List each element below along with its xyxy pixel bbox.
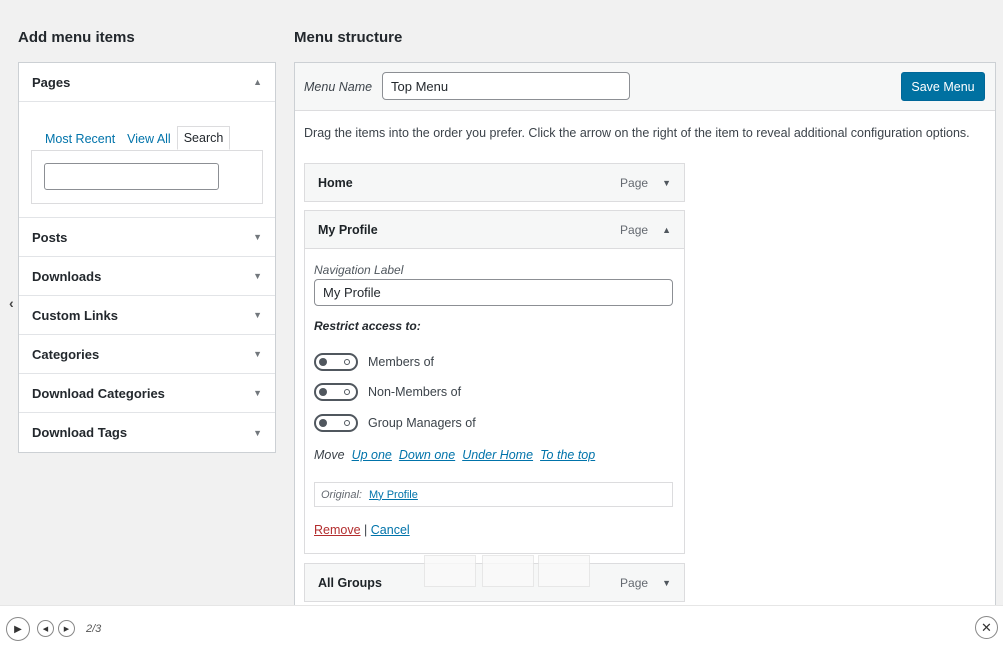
pages-panel-body: Most Recent View All Search: [19, 102, 275, 218]
menu-item-my-profile[interactable]: My Profile Page ▲ Navigation Label Restr…: [304, 210, 685, 554]
menu-item-type: Page: [620, 175, 649, 190]
accordion-download-categories[interactable]: Download Categories ▼: [19, 374, 275, 413]
group-managers-of-toggle[interactable]: [314, 414, 358, 432]
menu-item-title: All Groups: [318, 575, 382, 590]
pages-search-input[interactable]: [44, 163, 219, 190]
menu-item-home[interactable]: Home Page ▼: [304, 163, 685, 202]
menu-name-input[interactable]: [382, 72, 630, 100]
toggle-row-non-members-of: Non-Members of: [314, 383, 461, 401]
slide-thumbnails: [424, 555, 590, 587]
menu-item-title: My Profile: [318, 222, 378, 237]
menu-item-settings: Navigation Label Restrict access to: Mem…: [305, 248, 684, 553]
navigation-label-input[interactable]: [314, 279, 673, 306]
toggle-label: Non-Members of: [368, 385, 462, 399]
expand-arrow-icon[interactable]: ▼: [253, 388, 262, 398]
slide-thumbnail[interactable]: [538, 555, 590, 587]
expand-arrow-icon[interactable]: ▼: [662, 178, 671, 188]
restrict-access-label: Restrict access to:: [314, 319, 421, 333]
menu-item-title: Home: [318, 175, 353, 190]
play-icon[interactable]: ▶: [6, 617, 30, 641]
members-of-toggle[interactable]: [314, 353, 358, 371]
move-up-one-link[interactable]: Up one: [352, 448, 392, 462]
toggle-row-members-of: Members of: [314, 353, 434, 371]
accordion-label: Download Tags: [32, 425, 128, 440]
expand-arrow-icon[interactable]: ▼: [253, 271, 262, 281]
toggle-label: Members of: [368, 355, 434, 369]
toggle-label: Group Managers of: [368, 416, 476, 430]
tab-view-all[interactable]: View All: [121, 128, 177, 150]
expand-arrow-icon[interactable]: ▼: [253, 428, 262, 438]
accordion-categories[interactable]: Categories ▼: [19, 335, 275, 374]
slide-thumbnail[interactable]: [424, 555, 476, 587]
slide-counter: 2/3: [86, 623, 102, 635]
action-separator: |: [364, 523, 368, 537]
next-icon[interactable]: ▶: [58, 620, 75, 637]
save-menu-button[interactable]: Save Menu: [901, 72, 985, 101]
expand-arrow-icon[interactable]: ▼: [662, 578, 671, 588]
expand-arrow-icon[interactable]: ▼: [253, 310, 262, 320]
accordion-downloads[interactable]: Downloads ▼: [19, 257, 275, 296]
chevron-left-icon[interactable]: ‹: [9, 295, 14, 311]
accordion-download-tags[interactable]: Download Tags ▼: [19, 413, 275, 452]
accordion-label: Downloads: [32, 268, 102, 284]
menu-header: Menu Name Save Menu: [295, 63, 995, 111]
accordion-label: Download Categories: [32, 385, 165, 401]
search-tab-panel: [31, 150, 263, 204]
move-down-one-link[interactable]: Down one: [399, 448, 455, 462]
accordion-label: Categories: [32, 346, 100, 362]
menu-item-type: Page: [620, 575, 649, 590]
expand-arrow-icon[interactable]: ▼: [253, 349, 262, 359]
pages-tabs: Most Recent View All Search: [39, 126, 231, 150]
add-menu-items-heading: Add menu items: [18, 29, 135, 46]
item-actions: Remove | Cancel: [314, 523, 410, 537]
accordion-custom-links[interactable]: Custom Links ▼: [19, 296, 275, 335]
accordion-posts[interactable]: Posts ▼: [19, 218, 275, 257]
menu-structure-heading: Menu structure: [294, 29, 403, 46]
move-links: Move Up one Down one Under Home To the t…: [314, 448, 595, 462]
toggle-row-group-managers-of: Group Managers of: [314, 414, 476, 432]
previous-icon[interactable]: ◀: [37, 620, 54, 637]
expand-arrow-icon[interactable]: ▼: [253, 232, 262, 242]
menu-structure-panel: Menu Name Save Menu Drag the items into …: [294, 62, 996, 607]
add-menu-items-panel: Pages ▲ Most Recent View All Search Post…: [18, 62, 276, 453]
drag-instructions: Drag the items into the order you prefer…: [304, 126, 970, 140]
remove-link[interactable]: Remove: [314, 523, 361, 537]
slide-thumbnail[interactable]: [482, 555, 534, 587]
menu-item-type: Page: [620, 222, 649, 237]
move-under-home-link[interactable]: Under Home: [462, 448, 533, 462]
move-label: Move: [314, 448, 345, 462]
navigation-label-caption: Navigation Label: [314, 263, 404, 277]
accordion-label: Custom Links: [32, 307, 118, 323]
close-icon[interactable]: ✕: [975, 616, 998, 639]
collapse-arrow-icon[interactable]: ▲: [253, 77, 262, 87]
menu-name-label: Menu Name: [304, 80, 373, 94]
tab-most-recent[interactable]: Most Recent: [39, 128, 121, 150]
non-members-of-toggle[interactable]: [314, 383, 358, 401]
collapse-arrow-icon[interactable]: ▲: [662, 225, 671, 235]
accordion-pages[interactable]: Pages ▲: [19, 63, 275, 102]
tab-search[interactable]: Search: [176, 126, 231, 150]
original-label: Original:: [321, 488, 362, 501]
accordion-label: Posts: [32, 229, 68, 245]
move-to-top-link[interactable]: To the top: [540, 448, 595, 462]
original-link[interactable]: My Profile: [369, 489, 418, 501]
accordion-pages-label: Pages: [32, 74, 71, 90]
cancel-link[interactable]: Cancel: [371, 523, 410, 537]
original-box: Original: My Profile: [314, 482, 673, 507]
menu-item-bar[interactable]: My Profile Page ▲: [305, 211, 684, 248]
slideshow-player-bar: ▶ ◀ ▶ 2/3 ✕: [0, 605, 1003, 649]
menu-item-bar[interactable]: Home Page ▼: [305, 164, 684, 201]
